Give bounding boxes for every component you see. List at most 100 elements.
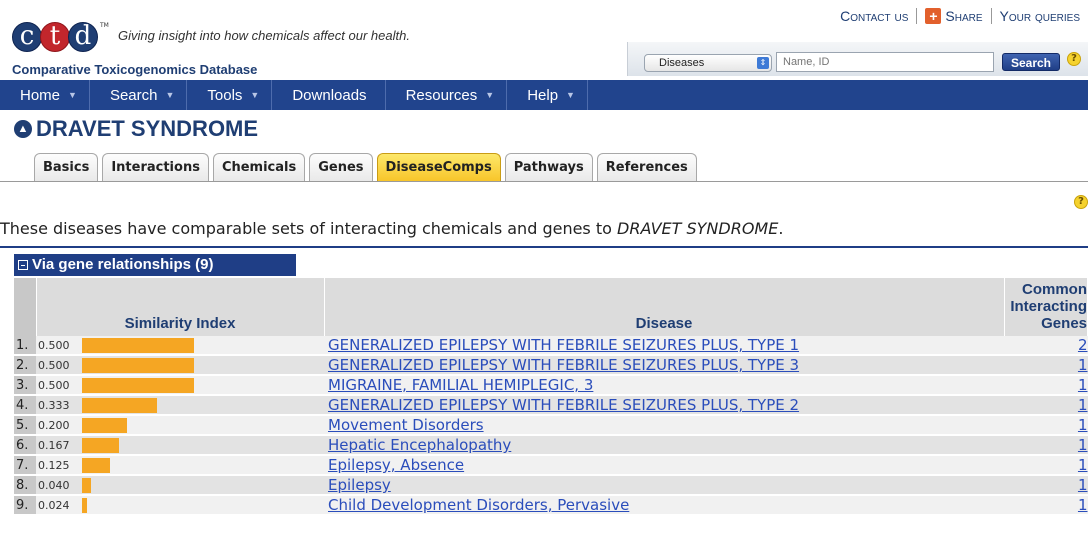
disease-link[interactable]: GENERALIZED EPILEPSY WITH FEBRILE SEIZUR…: [328, 356, 799, 374]
page-title-text: DRAVET SYNDROME: [36, 116, 259, 141]
similarity-bar: [82, 497, 87, 513]
row-index: 9.: [14, 495, 36, 516]
tab-chemicals[interactable]: Chemicals: [212, 153, 306, 181]
disease-cell: GENERALIZED EPILEPSY WITH FEBRILE SEIZUR…: [324, 336, 1004, 356]
disease-link[interactable]: Epilepsy: [328, 476, 391, 494]
nav-downloads[interactable]: Downloads: [272, 80, 386, 110]
similarity-cell: 0.024: [36, 495, 324, 516]
genes-count-link[interactable]: 1: [1078, 436, 1088, 454]
common-genes-header[interactable]: Common Interacting Genes: [1004, 278, 1088, 336]
your-queries-link[interactable]: Your queries: [992, 8, 1088, 24]
search-bar: Diseases ⇕ Search ?: [627, 42, 1088, 76]
search-button[interactable]: Search: [1002, 53, 1060, 71]
contact-link[interactable]: Contact us: [832, 8, 916, 24]
page-title: ▲ DRAVET SYNDROME: [14, 116, 258, 142]
share-link[interactable]: + Share: [917, 8, 990, 24]
share-label: Share: [945, 8, 983, 24]
disease-link[interactable]: GENERALIZED EPILEPSY WITH FEBRILE SEIZUR…: [328, 336, 799, 354]
up-down-arrows-icon: ⇕: [757, 57, 769, 69]
similarity-cell: 0.500: [36, 375, 324, 396]
genes-count-link[interactable]: 1: [1078, 496, 1088, 514]
similarity-bar: [82, 477, 91, 493]
row-index: 7.: [14, 455, 36, 476]
tab-diseasecomps[interactable]: DiseaseComps: [376, 153, 501, 181]
genes-count-link[interactable]: 1: [1078, 416, 1088, 434]
similarity-value: 0.200: [38, 418, 70, 432]
main-nav: Home ▼ Search ▼ Tools ▼ Downloads Resources…: [0, 80, 1088, 110]
genes-count-link[interactable]: 1: [1078, 376, 1088, 394]
row-index: 4.: [14, 395, 36, 416]
nav-help[interactable]: Help ▼: [507, 80, 588, 110]
disease-info-icon[interactable]: ▲: [14, 120, 32, 138]
caret-down-icon: ▼: [68, 90, 77, 100]
ctd-logo[interactable]: c t d TM: [12, 22, 109, 56]
tab-interactions[interactable]: Interactions: [102, 153, 209, 181]
tab-pathways[interactable]: Pathways: [504, 153, 593, 181]
row-index: 8.: [14, 475, 36, 496]
header-line: Genes: [1041, 315, 1087, 332]
nav-label: Home: [20, 86, 61, 104]
table-row: 5. 0.200 Movement Disorders 1: [14, 415, 1088, 436]
tab-references[interactable]: References: [596, 153, 697, 181]
disease-cell: Epilepsy, Absence: [324, 455, 1004, 476]
nav-search[interactable]: Search ▼: [90, 80, 188, 110]
disease-link[interactable]: Child Development Disorders, Pervasive: [328, 496, 629, 514]
tab-basics[interactable]: Basics: [34, 153, 99, 181]
results-table: Similarity Index Disease Common Interact…: [14, 278, 1088, 516]
disease-link[interactable]: GENERALIZED EPILEPSY WITH FEBRILE SEIZUR…: [328, 396, 799, 414]
genes-count-cell: 1: [1004, 355, 1088, 376]
genes-count-cell: 1: [1004, 455, 1088, 476]
genes-count-link[interactable]: 1: [1078, 396, 1088, 414]
search-input[interactable]: [776, 52, 994, 72]
table-row: 9. 0.024 Child Development Disorders, Perv…: [14, 495, 1088, 516]
collapse-icon[interactable]: [18, 260, 28, 270]
logo-letter-c: c: [12, 22, 42, 52]
nav-tools[interactable]: Tools ▼: [187, 80, 273, 110]
search-type-value: Diseases: [659, 57, 705, 69]
nav-resources[interactable]: Resources ▼: [386, 80, 508, 110]
table-row: 2. 0.500 GENERALIZED EPILEPSY WITH FEBRILE…: [14, 355, 1088, 376]
disease-link[interactable]: MIGRAINE, FAMILIAL HEMIPLEGIC, 3: [328, 376, 593, 394]
similarity-value: 0.333: [38, 398, 70, 412]
disease-link[interactable]: Hepatic Encephalopathy: [328, 436, 511, 454]
similarity-header[interactable]: Similarity Index: [36, 278, 325, 336]
disease-link[interactable]: Epilepsy, Absence: [328, 456, 464, 474]
similarity-cell: 0.200: [36, 415, 324, 436]
similarity-value: 0.125: [38, 458, 70, 472]
site-header: c t d TM Giving insight into how chemica…: [0, 0, 1088, 80]
table-row: 1. 0.500 GENERALIZED EPILEPSY WITH FEBRILE…: [14, 336, 1088, 356]
search-type-select[interactable]: Diseases ⇕: [644, 54, 772, 72]
intro-period: .: [778, 219, 784, 238]
section-header[interactable]: Via gene relationships (9): [14, 254, 296, 276]
genes-count-link[interactable]: 1: [1078, 356, 1088, 374]
similarity-bar: [82, 337, 194, 353]
similarity-value: 0.500: [38, 378, 70, 392]
nav-home[interactable]: Home ▼: [0, 80, 90, 110]
row-index: 2.: [14, 355, 36, 376]
help-icon[interactable]: ?: [1067, 52, 1081, 66]
nav-label: Help: [527, 86, 559, 104]
divider: [0, 246, 1088, 248]
plus-icon: +: [925, 8, 942, 24]
logo-trademark: TM: [100, 22, 109, 29]
caret-down-icon: ▼: [485, 90, 495, 100]
similarity-bar: [82, 397, 157, 413]
disease-header[interactable]: Disease: [324, 278, 1005, 336]
genes-count-link[interactable]: 1: [1078, 456, 1088, 474]
caret-down-icon: ▼: [250, 90, 260, 100]
header-line: Common: [1022, 281, 1087, 298]
similarity-cell: 0.125: [36, 455, 324, 476]
disease-cell: GENERALIZED EPILEPSY WITH FEBRILE SEIZUR…: [324, 395, 1004, 416]
genes-count-link[interactable]: 1: [1078, 476, 1088, 494]
genes-count-cell: 1: [1004, 435, 1088, 456]
similarity-cell: 0.167: [36, 435, 324, 456]
site-subtitle: Comparative Toxicogenomics Database: [12, 62, 258, 77]
tab-genes[interactable]: Genes: [309, 153, 373, 181]
divider: [0, 181, 1088, 182]
genes-count-link[interactable]: 2: [1078, 336, 1088, 354]
disease-link[interactable]: Movement Disorders: [328, 416, 484, 434]
help-icon[interactable]: ?: [1074, 195, 1088, 209]
similarity-bar: [82, 417, 127, 433]
similarity-cell: 0.333: [36, 395, 324, 416]
genes-count-cell: 1: [1004, 475, 1088, 496]
